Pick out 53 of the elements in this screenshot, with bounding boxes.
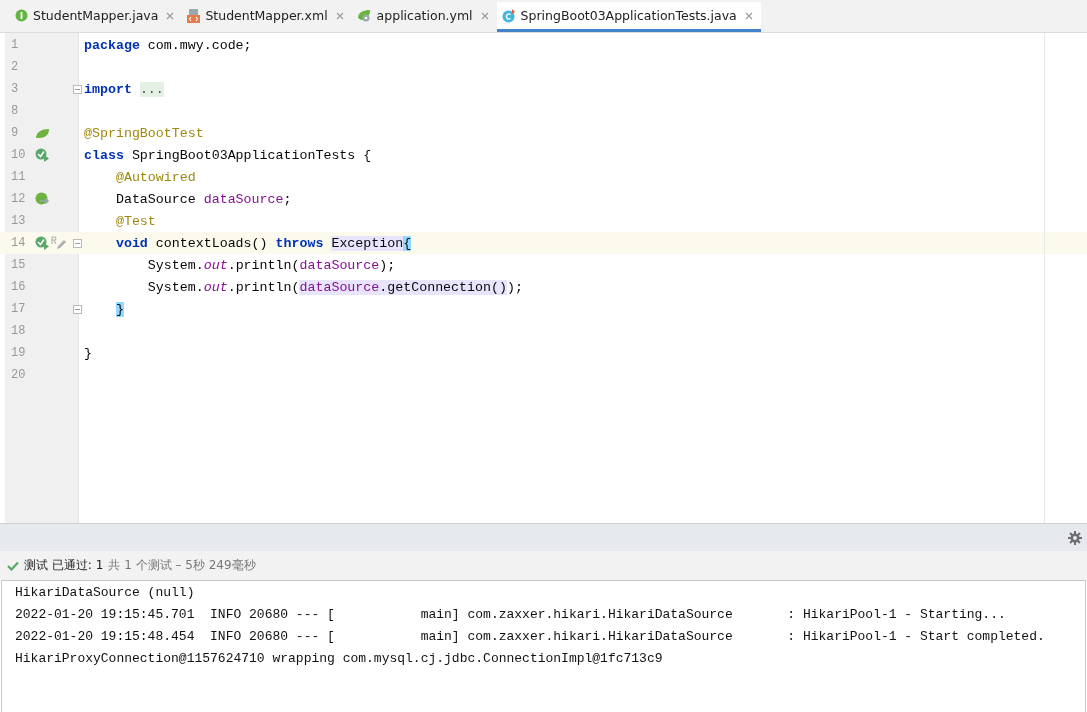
code-line: } [84, 345, 92, 361]
line-number: 1 [10, 38, 20, 52]
line-number: 10 [10, 148, 27, 162]
test-status: 测试 已通过: 1 [24, 557, 104, 574]
code-line: DataSource dataSource; [114, 191, 292, 207]
line-number: 19 [10, 346, 27, 360]
code-line: @SpringBootTest [84, 125, 204, 141]
close-icon[interactable] [166, 11, 175, 20]
line-number: 20 [10, 368, 27, 382]
line-number: 12 [10, 192, 27, 206]
line-number: 15 [10, 258, 27, 272]
close-icon[interactable] [335, 11, 344, 20]
fold-marker-icon[interactable] [73, 84, 82, 94]
line-number: 16 [10, 280, 27, 294]
fold-marker-icon[interactable] [73, 304, 82, 314]
code-line: class SpringBoot03ApplicationTests { [84, 147, 372, 163]
line-number: 17 [10, 302, 27, 316]
leaf-icon[interactable] [35, 127, 50, 139]
line-number: 14 [10, 236, 27, 250]
line-number: 18 [10, 324, 27, 338]
fold-marker-icon[interactable] [73, 238, 82, 248]
line-number: 11 [10, 170, 27, 184]
line-number: 8 [10, 104, 20, 118]
code-line: @Autowired [114, 169, 196, 185]
run-check-icon[interactable] [35, 148, 50, 162]
class-icon [501, 8, 516, 23]
run-check-icon[interactable] [35, 236, 50, 250]
editor-tab[interactable]: StudentMapper.xml [182, 2, 352, 32]
console-line: 2022-01-20 19:15:45.701 INFO 20680 --- [ main] com.zaxxer.hikari.HikariDataSource : HikariPool-1 - Starting... [14, 606, 1007, 624]
leaf-gear-icon [356, 9, 372, 22]
editor-tab[interactable]: application.yml [351, 2, 497, 32]
pencil-icon[interactable] [51, 236, 66, 250]
interface-icon [15, 9, 28, 22]
code-line: @Test [114, 213, 156, 229]
line-number: 13 [10, 214, 27, 228]
console-line: HikariProxyConnection@1157624710 wrapping com.mysql.cj.jdbc.ConnectionImpl@1fc713c9 [14, 650, 664, 668]
editor-tab[interactable]: StudentMapper.java [10, 2, 183, 32]
editor-tab[interactable]: SpringBoot03ApplicationTests.java [496, 2, 761, 32]
settings-icon[interactable] [1068, 530, 1082, 545]
test-summary: 共 1 个测试 – 5秒 249毫秒 [108, 557, 256, 574]
close-icon[interactable] [480, 11, 489, 20]
line-number: 2 [10, 60, 20, 74]
code-line: import ... [84, 81, 164, 97]
console-line: 2022-01-20 19:15:48.454 INFO 20680 --- [ main] com.zaxxer.hikari.HikariDataSource : HikariPool-1 - Start completed. [14, 628, 1046, 646]
code-line: System.out.println(dataSource.getConnection()); [146, 279, 523, 295]
code-line: System.out.println(dataSource); [146, 257, 396, 273]
code-line: package com.mwy.code; [84, 37, 252, 53]
xml-file-icon [187, 8, 201, 23]
close-icon[interactable] [744, 11, 753, 20]
line-number: 3 [10, 82, 20, 96]
code-line: void contextLoads() throws Exception{ [114, 235, 412, 251]
console-line: HikariDataSource (null) [14, 584, 196, 602]
line-number: 9 [10, 126, 20, 140]
